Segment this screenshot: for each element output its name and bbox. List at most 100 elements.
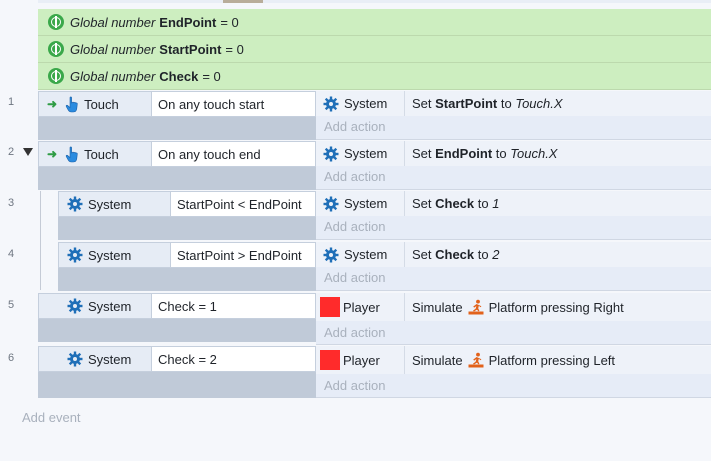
action-connector: to <box>474 196 493 211</box>
action-block[interactable]: System Set Check to 2 Add action <box>316 242 711 291</box>
add-action-link[interactable]: Add action <box>324 270 385 285</box>
action-variable: EndPoint <box>435 146 493 161</box>
condition-object[interactable]: System <box>58 242 171 268</box>
action-object-label: Player <box>343 299 380 315</box>
action-text[interactable]: Set StartPoint to Touch.X <box>405 91 711 116</box>
event-6[interactable]: System Check = 2 Player Simulate Platfor… <box>38 346 711 398</box>
condition-text[interactable]: StartPoint < EndPoint <box>171 191 316 217</box>
action-object[interactable]: Player <box>316 346 405 374</box>
global-var-endpoint[interactable]: Global number EndPoint = 0 <box>38 9 711 36</box>
condition-object[interactable]: System <box>38 346 152 372</box>
condition-block[interactable]: System StartPoint < EndPoint <box>58 191 316 240</box>
event-line-number: 5 <box>8 299 15 311</box>
condition-text[interactable]: On any touch start <box>152 91 316 117</box>
action-block[interactable]: Player Simulate Platform pressing Right … <box>316 293 711 345</box>
condition-text[interactable]: Check = 1 <box>152 293 316 319</box>
action-text[interactable]: Set Check to 2 <box>405 242 711 267</box>
action-connector: to <box>497 96 516 111</box>
action-object[interactable]: System <box>316 191 405 216</box>
action-block[interactable]: Player Simulate Platform pressing Left A… <box>316 346 711 398</box>
condition-text[interactable]: Check = 2 <box>152 346 316 372</box>
action-object[interactable]: System <box>316 141 405 166</box>
condition-object-label: System <box>88 247 132 263</box>
condition-text[interactable]: StartPoint > EndPoint <box>171 242 316 268</box>
event-2[interactable]: ➜ Touch On any touch end System Set EndP… <box>38 141 711 190</box>
gear-icon <box>67 298 83 314</box>
action-block[interactable]: System Set StartPoint to Touch.X Add act… <box>316 91 711 140</box>
action-text[interactable]: Simulate Platform pressing Right <box>405 293 711 321</box>
gear-icon <box>323 96 339 112</box>
condition-object[interactable]: ➜ Touch <box>38 91 152 117</box>
gear-icon <box>323 146 339 162</box>
action-row[interactable]: System Set StartPoint to Touch.X <box>316 91 711 116</box>
player-sprite-icon <box>320 350 340 370</box>
add-action-link[interactable]: Add action <box>324 378 385 393</box>
action-object-label: Player <box>343 352 380 368</box>
action-object[interactable]: System <box>316 91 405 116</box>
gear-icon <box>323 247 339 263</box>
action-block[interactable]: System Set Check to 1 Add action <box>316 191 711 240</box>
action-object[interactable]: System <box>316 242 405 267</box>
global-var-startpoint[interactable]: Global number StartPoint = 0 <box>38 36 711 63</box>
add-action-link[interactable]: Add action <box>324 119 385 134</box>
global-var-keyword: Global number <box>70 68 156 84</box>
event-4[interactable]: System StartPoint > EndPoint System Set … <box>58 242 711 291</box>
touch-hand-icon <box>65 146 79 163</box>
action-behavior-text: Platform pressing Right <box>488 299 624 315</box>
global-var-name: Check <box>159 68 199 84</box>
add-action-link[interactable]: Add action <box>324 325 385 340</box>
event-3[interactable]: System StartPoint < EndPoint System Set … <box>58 191 711 240</box>
action-block[interactable]: System Set EndPoint to Touch.X Add actio… <box>316 141 711 190</box>
action-verb: Set <box>412 196 436 211</box>
action-verb: Simulate <box>412 299 463 315</box>
action-row[interactable]: Player Simulate Platform pressing Left <box>316 346 711 374</box>
condition-block[interactable]: ➜ Touch On any touch start <box>38 91 316 140</box>
global-var-keyword: Global number <box>70 14 156 30</box>
action-behavior-text: Platform pressing Left <box>488 352 616 368</box>
action-row[interactable]: System Set Check to 1 <box>316 191 711 216</box>
global-var-name: EndPoint <box>159 14 217 30</box>
condition-block[interactable]: System Check = 2 <box>38 346 316 398</box>
trigger-arrow-icon: ➜ <box>47 97 58 111</box>
action-text[interactable]: Set EndPoint to Touch.X <box>405 141 711 166</box>
global-var-keyword: Global number <box>70 41 156 57</box>
global-var-check[interactable]: Global number Check = 0 <box>38 63 711 90</box>
top-scroll-strip[interactable] <box>38 0 711 3</box>
add-action-link[interactable]: Add action <box>324 219 385 234</box>
gear-icon <box>67 351 83 367</box>
condition-object-label: System <box>88 196 132 212</box>
condition-object[interactable]: System <box>38 293 152 319</box>
action-text[interactable]: Set Check to 1 <box>405 191 711 216</box>
condition-block[interactable]: System StartPoint > EndPoint <box>58 242 316 291</box>
event-line-number: 3 <box>8 197 15 209</box>
action-row[interactable]: Player Simulate Platform pressing Right <box>316 293 711 321</box>
action-text[interactable]: Simulate Platform pressing Left <box>405 346 711 374</box>
action-row[interactable]: System Set EndPoint to Touch.X <box>316 141 711 166</box>
action-verb: Set <box>412 146 436 161</box>
action-value: 1 <box>492 196 500 211</box>
player-sprite-icon <box>320 297 340 317</box>
platform-behavior-icon <box>468 352 484 368</box>
action-row[interactable]: System Set Check to 2 <box>316 242 711 267</box>
gear-icon <box>67 247 83 263</box>
event-1[interactable]: ➜ Touch On any touch start System Set St… <box>38 91 711 140</box>
subevent-guide-line <box>40 191 41 290</box>
action-connector: to <box>474 247 493 262</box>
action-connector: to <box>492 146 511 161</box>
condition-block[interactable]: ➜ Touch On any touch end <box>38 141 316 190</box>
condition-object[interactable]: System <box>58 191 171 217</box>
add-action-link[interactable]: Add action <box>324 169 385 184</box>
add-event-link[interactable]: Add event <box>22 410 81 425</box>
condition-text[interactable]: On any touch end <box>152 141 316 167</box>
action-object[interactable]: Player <box>316 293 405 321</box>
action-value: Touch.X <box>515 96 563 111</box>
condition-block[interactable]: System Check = 1 <box>38 293 316 342</box>
global-var-value: = 0 <box>225 41 244 57</box>
event-5[interactable]: System Check = 1 Player Simulate Platfor… <box>38 293 711 345</box>
action-value: 2 <box>492 247 500 262</box>
condition-object[interactable]: ➜ Touch <box>38 141 152 167</box>
collapse-toggle-icon[interactable] <box>23 148 33 156</box>
global-var-value: = 0 <box>220 14 239 30</box>
scroll-thumb[interactable] <box>223 0 263 3</box>
condition-object-label: Touch <box>84 146 119 162</box>
